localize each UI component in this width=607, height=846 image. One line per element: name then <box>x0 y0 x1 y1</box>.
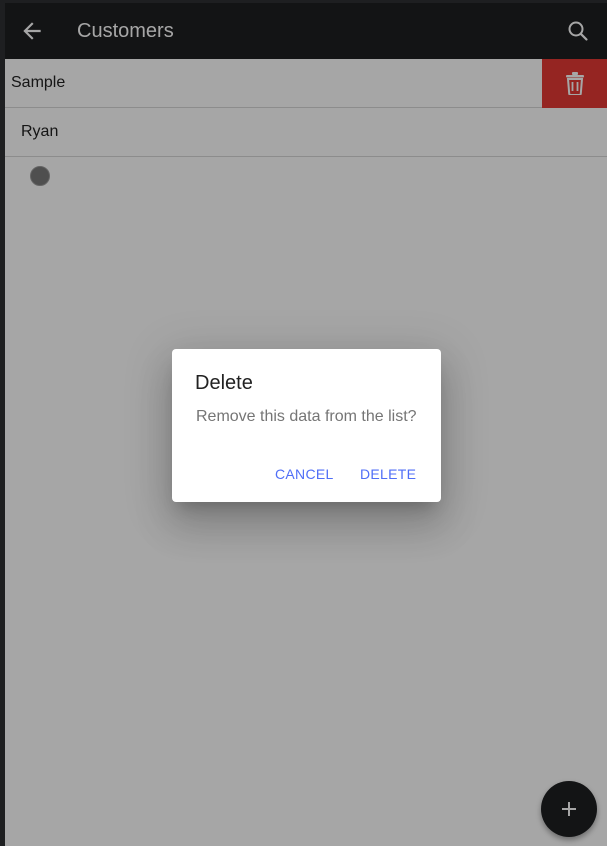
delete-confirm-dialog: Delete Remove this data from the list? C… <box>172 349 441 502</box>
dialog-title: Delete <box>195 372 253 394</box>
delete-button[interactable]: DELETE <box>360 465 416 483</box>
cancel-button[interactable]: CANCEL <box>275 465 334 483</box>
customers-screen: Customers Sample Ryan Delete Remove this… <box>5 3 607 846</box>
dialog-message: Remove this data from the list? <box>196 408 417 425</box>
